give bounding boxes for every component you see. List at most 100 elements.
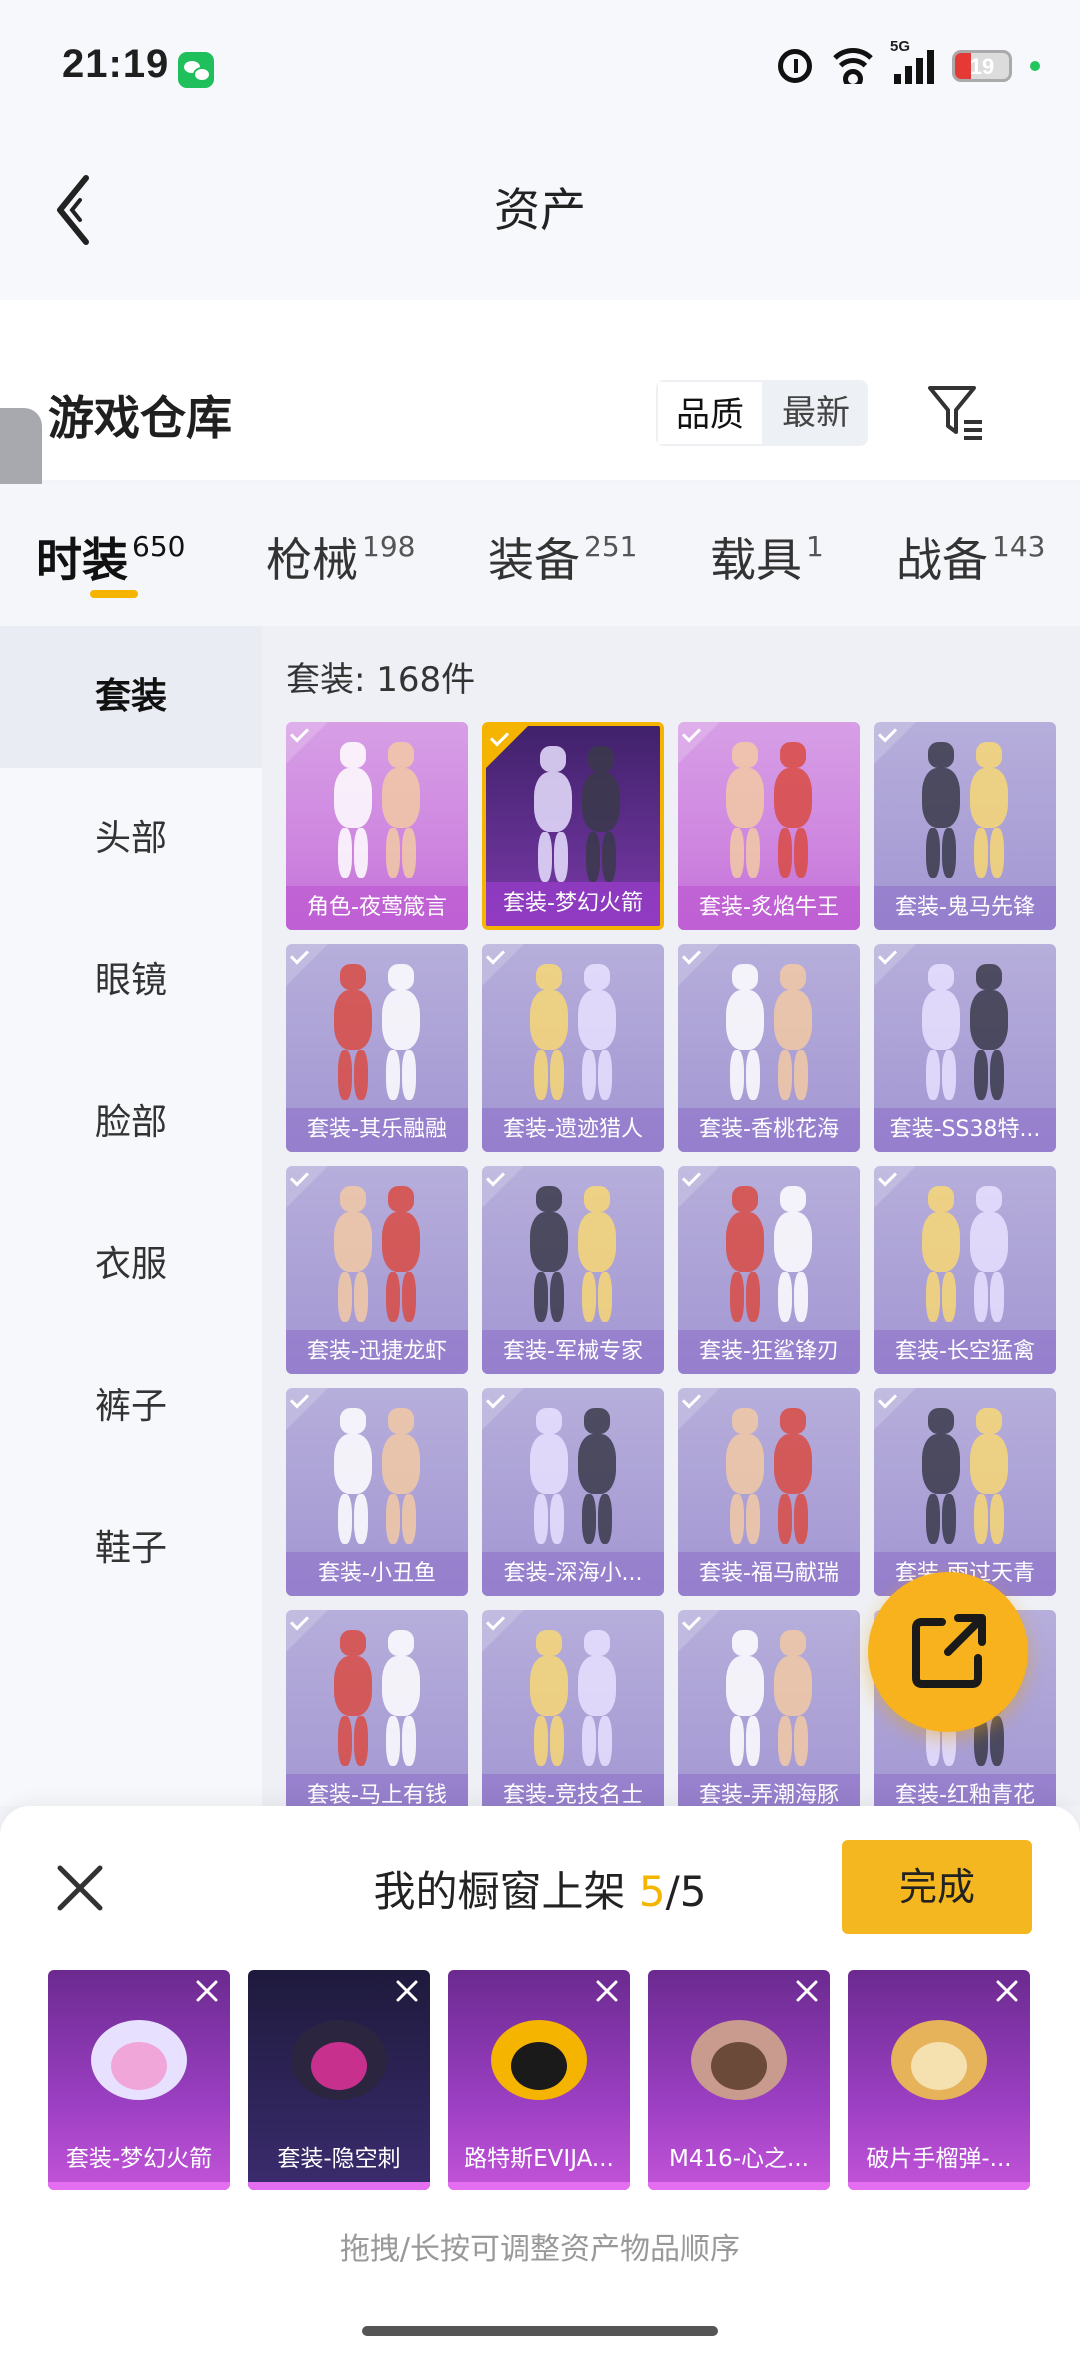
- checkmark-icon: [482, 1610, 524, 1652]
- wifi-icon: [830, 48, 876, 84]
- tab-guns[interactable]: 枪械 198: [266, 524, 415, 590]
- showcase-total-count: /5: [665, 1867, 707, 1916]
- battery-icon: 19: [952, 50, 1012, 82]
- checkmark-icon: [874, 1166, 916, 1208]
- sort-latest-option[interactable]: 最新: [764, 380, 868, 446]
- warehouse-title: 游戏仓库: [48, 391, 232, 445]
- sort-quality-option[interactable]: 品质: [656, 380, 764, 446]
- home-indicator[interactable]: [362, 2326, 718, 2336]
- reorder-hint: 拖拽/长按可调整资产物品顺序: [339, 2232, 741, 2267]
- showcase-item-label: 套装-梦幻火箭: [65, 2146, 213, 2172]
- outfit-thumbnail: [914, 964, 1016, 1104]
- remove-item-icon[interactable]: [792, 1976, 822, 2006]
- checkmark-icon: [482, 1166, 524, 1208]
- item-card-label: 套装-炙焰牛王: [678, 886, 860, 930]
- checkmark-icon: [678, 944, 720, 986]
- item-card[interactable]: 套装-香桃花海: [678, 944, 860, 1152]
- checkmark-icon: [874, 944, 916, 986]
- item-card[interactable]: 套装-炙焰牛王: [678, 722, 860, 930]
- item-count: 套装: 168件: [286, 660, 476, 700]
- item-card-label: 套装-弄潮海豚: [678, 1774, 860, 1806]
- showcase-slot[interactable]: M416-心之...: [648, 1970, 830, 2190]
- active-tab-indicator: [90, 590, 138, 598]
- tab-count: 1: [806, 530, 824, 563]
- sort-toggle: 品质 最新: [656, 380, 868, 446]
- checkmark-icon: [678, 1166, 720, 1208]
- sidebar-item-suits[interactable]: 套装: [0, 626, 262, 768]
- item-card[interactable]: 套装-竞技名士: [482, 1610, 664, 1806]
- showcase-item-thumbnail: [682, 2000, 796, 2120]
- remove-item-icon[interactable]: [992, 1976, 1022, 2006]
- item-card[interactable]: 套装-军械专家: [482, 1166, 664, 1374]
- item-card-label: 套装-红釉青花: [874, 1774, 1056, 1806]
- checkmark-icon: [874, 722, 916, 764]
- outfit-thumbnail: [914, 1186, 1016, 1326]
- item-card-label: 套装-梦幻火箭: [486, 882, 660, 926]
- showcase-title-text: 我的橱窗上架: [373, 1867, 626, 1916]
- tab-vehicles[interactable]: 载具 1: [710, 524, 824, 590]
- subcategory-sidebar: 套装 头部 眼镜 脸部 衣服 裤子 鞋子: [0, 626, 262, 1806]
- clock: 21:19: [62, 42, 170, 86]
- item-card[interactable]: 套装-深海小...: [482, 1388, 664, 1596]
- outfit-thumbnail: [522, 964, 624, 1104]
- tab-equipment[interactable]: 装备 251: [488, 524, 637, 590]
- showcase-item-label: 套装-隐空刺: [277, 2146, 401, 2172]
- remove-item-icon[interactable]: [592, 1976, 622, 2006]
- item-card[interactable]: 套装-狂鲨锋刃: [678, 1166, 860, 1374]
- item-card[interactable]: 套装-鬼马先锋: [874, 722, 1056, 930]
- outfit-thumbnail: [522, 1630, 624, 1770]
- item-card[interactable]: 套装-长空猛禽: [874, 1166, 1056, 1374]
- item-card-label: 套装-小丑鱼: [286, 1552, 468, 1596]
- item-card[interactable]: 套装-福马献瑞: [678, 1388, 860, 1596]
- sidebar-item-pants[interactable]: 裤子: [0, 1336, 262, 1478]
- outfit-thumbnail: [526, 746, 628, 886]
- item-card[interactable]: 套装-雨过天青: [874, 1388, 1056, 1596]
- item-card[interactable]: 套装-弄潮海豚: [678, 1610, 860, 1806]
- filter-icon[interactable]: [926, 382, 986, 442]
- done-button[interactable]: 完成: [842, 1840, 1032, 1934]
- item-card[interactable]: 套装-SS38特...: [874, 944, 1056, 1152]
- sidebar-item-shoes[interactable]: 鞋子: [0, 1478, 262, 1620]
- item-card-label: 套装-竞技名士: [482, 1774, 664, 1806]
- remove-item-icon[interactable]: [192, 1976, 222, 2006]
- checkmark-icon: [678, 722, 720, 764]
- tab-label: 装备: [488, 533, 580, 587]
- item-card[interactable]: 套装-梦幻火箭: [482, 722, 664, 930]
- sidebar-item-face[interactable]: 脸部: [0, 1052, 262, 1194]
- outfit-thumbnail: [326, 1408, 428, 1548]
- checkmark-icon: [286, 1166, 328, 1208]
- showcase-slot[interactable]: 路特斯EVIJA...: [448, 1970, 630, 2190]
- showcase-item-label: 路特斯EVIJA...: [464, 2146, 614, 2172]
- item-card[interactable]: 角色-夜莺箴言: [286, 722, 468, 930]
- slot-underline: [448, 2182, 630, 2190]
- tab-supplies[interactable]: 战备 143: [896, 524, 1045, 590]
- outfit-thumbnail: [914, 742, 1016, 882]
- sidebar-item-clothes[interactable]: 衣服: [0, 1194, 262, 1336]
- item-card[interactable]: 套装-马上有钱: [286, 1610, 468, 1806]
- slot-underline: [248, 2182, 430, 2190]
- status-icons: 5G 19: [778, 38, 1040, 88]
- slot-underline: [648, 2182, 830, 2190]
- outfit-thumbnail: [326, 1630, 428, 1770]
- sidebar-item-glasses[interactable]: 眼镜: [0, 910, 262, 1052]
- checkmark-icon: [482, 944, 524, 986]
- tab-fashion[interactable]: 时装 650: [36, 524, 185, 590]
- item-card-label: 套装-军械专家: [482, 1330, 664, 1374]
- item-card[interactable]: 套装-遗迹猎人: [482, 944, 664, 1152]
- outfit-thumbnail: [914, 1408, 1016, 1548]
- item-card-label: 套装-福马献瑞: [678, 1552, 860, 1596]
- wechat-notification-icon: [178, 52, 214, 88]
- share-button[interactable]: [868, 1572, 1028, 1732]
- outfit-thumbnail: [522, 1408, 624, 1548]
- showcase-slot[interactable]: 破片手榴弹-...: [848, 1970, 1030, 2190]
- battery-level: 19: [969, 54, 995, 79]
- item-card[interactable]: 套装-小丑鱼: [286, 1388, 468, 1596]
- showcase-slot[interactable]: 套装-梦幻火箭: [48, 1970, 230, 2190]
- tab-label: 战备: [896, 533, 988, 587]
- remove-item-icon[interactable]: [392, 1976, 422, 2006]
- showcase-slot[interactable]: 套装-隐空刺: [248, 1970, 430, 2190]
- item-card[interactable]: 套装-迅捷龙虾: [286, 1166, 468, 1374]
- item-card[interactable]: 套装-其乐融融: [286, 944, 468, 1152]
- item-card-label: 套装-狂鲨锋刃: [678, 1330, 860, 1374]
- sidebar-item-head[interactable]: 头部: [0, 768, 262, 910]
